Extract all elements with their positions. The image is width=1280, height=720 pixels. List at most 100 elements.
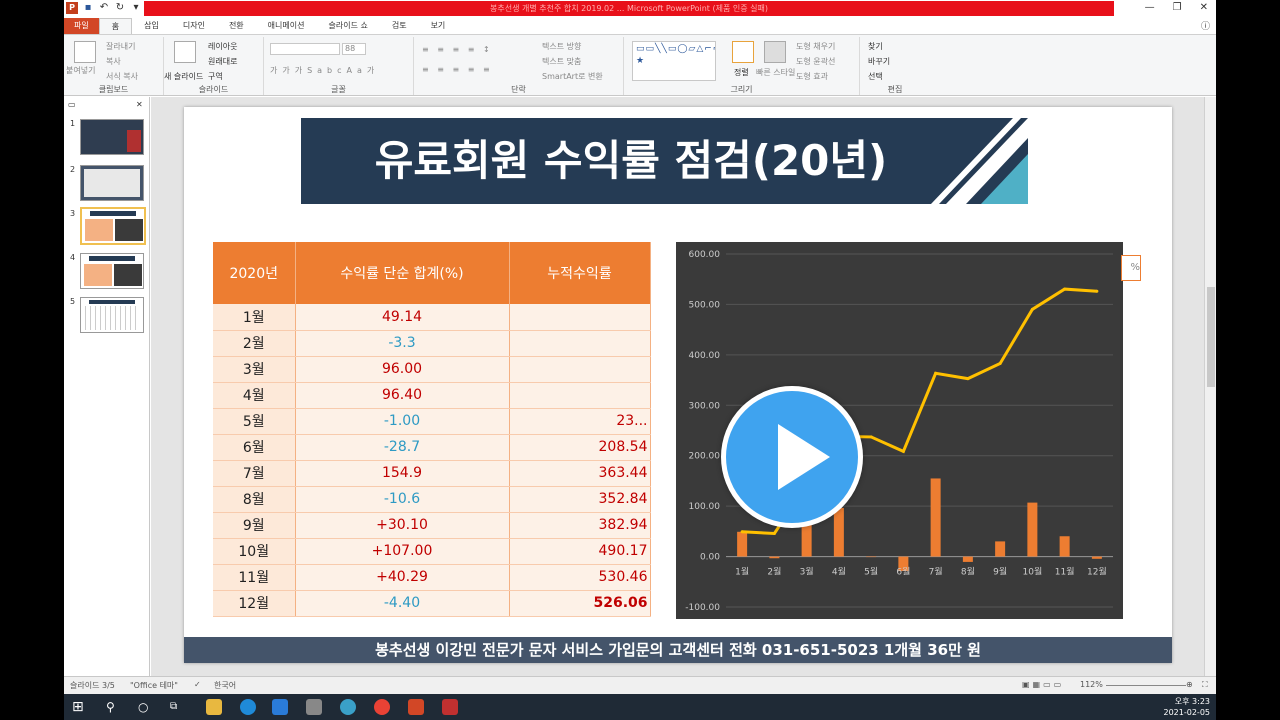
file-explorer-icon[interactable] (206, 699, 222, 715)
layout-button[interactable]: 레이아웃 (208, 41, 237, 52)
edge-icon[interactable] (240, 699, 256, 715)
tab-transitions[interactable]: 전환 (217, 18, 256, 34)
sum-cell: 96.00 (295, 356, 510, 383)
minimize-icon[interactable]: — (1145, 2, 1155, 13)
align-text-button[interactable]: 텍스트 맞춤 (542, 56, 581, 67)
x-tick-label: 2월 (767, 566, 781, 578)
paste-icon[interactable] (74, 41, 96, 63)
month-cell: 6월 (213, 434, 296, 461)
task-view-icon[interactable]: ⧉ (170, 699, 186, 715)
y-tick-label: 0.00 (700, 553, 720, 563)
month-cell: 11월 (213, 564, 296, 591)
tab-view[interactable]: 보기 (419, 18, 458, 34)
tab-file[interactable]: 파일 (64, 18, 99, 34)
sum-cell: 96.40 (295, 382, 510, 409)
line-point (1030, 307, 1034, 311)
font-format-buttons[interactable]: 가가가SabcAa가 (270, 65, 379, 76)
tab-design[interactable]: 디자인 (171, 18, 217, 34)
help-icon[interactable]: ⓘ (1201, 19, 1210, 32)
arrange-button[interactable]: 정렬 (734, 67, 749, 78)
new-slide-button[interactable]: 새 슬라이드 (164, 71, 203, 82)
cut-button[interactable]: 잘라내기 (106, 41, 135, 52)
format-painter-button[interactable]: 서식 복사 (106, 71, 138, 82)
customize-qat-icon[interactable]: ▾ (130, 2, 142, 14)
font-family-select[interactable] (270, 43, 340, 55)
app-icon[interactable] (306, 699, 322, 715)
vertical-scrollbar[interactable] (1204, 97, 1216, 676)
text-direction-button[interactable]: 텍스트 방향 (542, 41, 581, 52)
find-button[interactable]: 찾기 (868, 41, 883, 52)
slides-tab-icon[interactable]: ▭ (68, 100, 76, 109)
sum-cell: -28.7 (295, 434, 510, 461)
redo-icon[interactable]: ↻ (114, 2, 126, 14)
tab-insert[interactable]: 삽입 (132, 18, 171, 34)
thumbnail-slide-3[interactable] (80, 207, 146, 245)
shape-effects-button[interactable]: 도형 효과 (796, 71, 828, 82)
table-row: 3월 96.00 (213, 356, 651, 383)
month-cell: 3월 (213, 356, 296, 383)
slide-title-box[interactable]: 유료회원 수익률 점검(20년) (301, 118, 1028, 204)
select-button[interactable]: 선택 (868, 71, 883, 82)
store-icon[interactable] (272, 699, 288, 715)
quick-styles-icon[interactable] (764, 41, 786, 63)
undo-icon[interactable]: ↶ (98, 2, 110, 14)
zoom-level[interactable]: 112% (1080, 680, 1103, 689)
start-icon[interactable]: ⊞ (72, 699, 88, 715)
sum-cell: +30.10 (295, 512, 510, 539)
shape-outline-button[interactable]: 도형 윤곽선 (796, 56, 835, 67)
header-cumulative: 누적수익률 (509, 242, 651, 304)
cumulative-cell (509, 304, 651, 331)
line-point (772, 531, 776, 535)
close-icon[interactable]: ✕ (1200, 2, 1208, 13)
app-icon-2[interactable] (340, 699, 356, 715)
align-buttons[interactable]: ≡ ≡ ≡ ≡ ≡ (422, 65, 493, 74)
slide[interactable]: 유료회원 수익률 점검(20년) 2020년 수익률 단순 합계(%) 누적수익… (184, 107, 1172, 663)
tab-slideshow[interactable]: 슬라이드 쇼 (316, 18, 379, 34)
tab-review[interactable]: 검토 (380, 18, 419, 34)
table-row: 2월 -3.3 (213, 330, 651, 357)
chrome-icon[interactable] (374, 699, 390, 715)
powerpoint-taskbar-icon[interactable] (408, 699, 424, 715)
system-clock[interactable]: 오후 3:23 2021-02-05 (1164, 696, 1211, 718)
cortana-icon[interactable]: ○ (138, 699, 154, 715)
legend-fragment: % (1121, 255, 1141, 281)
fit-slide-icon[interactable]: ⛶ (1202, 680, 1208, 690)
new-slide-icon[interactable] (174, 41, 196, 63)
shape-fill-button[interactable]: 도형 채우기 (796, 41, 835, 52)
video-play-button[interactable] (721, 386, 863, 528)
close-pane-icon[interactable]: ✕ (136, 100, 143, 109)
thumbnail-slide-4[interactable] (80, 253, 144, 289)
search-icon[interactable]: ⚲ (106, 699, 122, 715)
shapes-gallery[interactable]: ▭▭╲╲▭◯▱△⌐⌐⇨⇩◯⌒⌒⌒{}★ (632, 41, 716, 81)
paste-button[interactable]: 붙여넣기 (66, 65, 95, 76)
x-tick-label: 5월 (864, 566, 878, 578)
font-size-select[interactable]: 88 (342, 43, 366, 55)
tab-home[interactable]: 홈 (98, 18, 133, 34)
bar (737, 531, 748, 557)
app-icon-3[interactable] (442, 699, 458, 715)
arrange-icon[interactable] (732, 41, 754, 63)
zoom-slider[interactable] (1106, 685, 1186, 686)
slide-editing-canvas[interactable]: 유료회원 수익률 점검(20년) 2020년 수익률 단순 합계(%) 누적수익… (151, 97, 1204, 676)
list-buttons[interactable]: ≡ ≡ ≡ ≡ ↕ (422, 45, 493, 54)
thumbnail-slide-5[interactable] (80, 297, 144, 333)
month-cell: 10월 (213, 538, 296, 565)
thumbnail-slide-2[interactable] (80, 165, 144, 201)
scrollbar-thumb[interactable] (1207, 287, 1215, 387)
reset-button[interactable]: 원래대로 (208, 56, 237, 67)
save-icon[interactable]: ▪ (82, 2, 94, 14)
smartart-button[interactable]: SmartArt로 변환 (542, 71, 603, 82)
zoom-in-icon[interactable]: ⊕ (1186, 680, 1193, 689)
view-buttons[interactable]: ▣▦▭▭ (1022, 680, 1064, 689)
group-paragraph: ≡ ≡ ≡ ≡ ↕ ≡ ≡ ≡ ≡ ≡ 텍스트 방향 텍스트 맞춤 SmartA… (414, 37, 624, 95)
section-button[interactable]: 구역 (208, 71, 223, 82)
restore-icon[interactable]: ❐ (1173, 2, 1182, 13)
copy-button[interactable]: 복사 (106, 56, 121, 67)
tab-animations[interactable]: 애니메이션 (256, 18, 317, 34)
quick-styles-button[interactable]: 빠른 스타일 (756, 67, 795, 78)
slide-footer: 봉추선생 이강민 전문가 문자 서비스 가입문의 고객센터 전화 031-651… (184, 637, 1172, 663)
spellcheck-icon[interactable]: ✓ (194, 680, 201, 689)
letterbox-left (0, 0, 64, 720)
thumbnail-slide-1[interactable] (80, 119, 144, 155)
replace-button[interactable]: 바꾸기 (868, 56, 890, 67)
